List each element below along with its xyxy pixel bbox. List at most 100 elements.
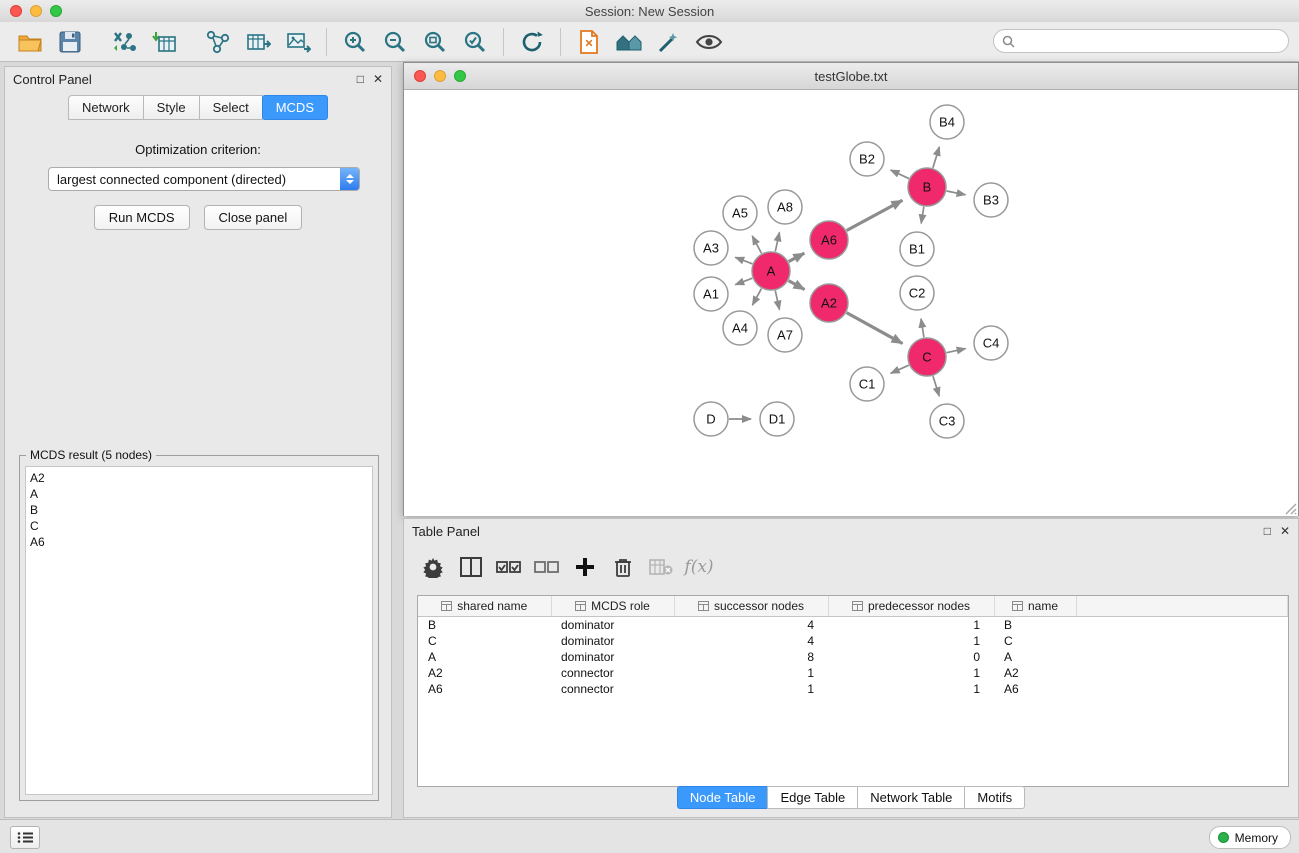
close-network-window-button[interactable]	[414, 70, 426, 82]
tab-network-table[interactable]: Network Table	[857, 786, 965, 809]
graph-node-A1[interactable]: A1	[694, 277, 728, 311]
save-session-button[interactable]	[53, 27, 87, 57]
graph-node-A8[interactable]: A8	[768, 190, 802, 224]
table-cell[interactable]: A6	[994, 681, 1076, 697]
float-table-panel-icon[interactable]: □	[1264, 525, 1271, 537]
graph-edge[interactable]	[921, 207, 924, 224]
graph-edge[interactable]	[752, 236, 761, 253]
graph-node-B4[interactable]: B4	[930, 105, 964, 139]
mcds-result-item[interactable]: A	[30, 486, 368, 502]
table-cell[interactable]: 1	[828, 633, 994, 649]
graph-edge[interactable]	[789, 281, 805, 290]
table-settings-button[interactable]	[417, 552, 449, 582]
graph-node-A4[interactable]: A4	[723, 311, 757, 345]
run-mcds-button[interactable]: Run MCDS	[94, 205, 190, 230]
table-cell[interactable]: C	[994, 633, 1076, 649]
home-layout-button[interactable]	[612, 27, 646, 57]
graph-edge[interactable]	[775, 291, 779, 310]
graph-edge[interactable]	[735, 257, 752, 264]
zoom-fit-button[interactable]	[418, 27, 452, 57]
function-builder-button[interactable]: f(x)	[683, 552, 715, 582]
table-cell[interactable]: dominator	[551, 633, 674, 649]
node-table[interactable]: shared name MCDS role successor nodes pr…	[417, 595, 1289, 787]
table-row[interactable]: Bdominator41B	[418, 617, 1288, 634]
table-cell[interactable]: dominator	[551, 617, 674, 634]
float-panel-icon[interactable]: □	[357, 73, 364, 85]
resize-handle-icon[interactable]	[1283, 501, 1297, 515]
zoom-window-button[interactable]	[50, 5, 62, 17]
refresh-view-button[interactable]	[515, 27, 549, 57]
import-table-button[interactable]	[147, 27, 181, 57]
show-columns-button[interactable]	[455, 552, 487, 582]
graph-node-D[interactable]: D	[694, 402, 728, 436]
table-cell[interactable]: 8	[674, 649, 828, 665]
export-table-button[interactable]	[241, 27, 275, 57]
open-report-button[interactable]	[572, 27, 606, 57]
minimize-network-window-button[interactable]	[434, 70, 446, 82]
table-cell[interactable]: C	[418, 633, 551, 649]
column-header-name[interactable]: name	[994, 596, 1076, 617]
table-cell[interactable]: 1	[828, 681, 994, 697]
toolbar-search[interactable]	[993, 29, 1289, 53]
graph-edge[interactable]	[752, 289, 761, 306]
table-cell[interactable]: A	[994, 649, 1076, 665]
column-header-mcds-role[interactable]: MCDS role	[551, 596, 674, 617]
graph-node-C1[interactable]: C1	[850, 367, 884, 401]
table-cell[interactable]: 1	[674, 665, 828, 681]
table-row[interactable]: A2connector11A2	[418, 665, 1288, 681]
table-cell[interactable]: 1	[828, 617, 994, 634]
table-cell[interactable]: A2	[994, 665, 1076, 681]
close-window-button[interactable]	[10, 5, 22, 17]
zoom-out-button[interactable]	[378, 27, 412, 57]
graph-node-C2[interactable]: C2	[900, 276, 934, 310]
close-table-panel-icon[interactable]: ✕	[1280, 525, 1290, 537]
mcds-result-list[interactable]: A2ABCA6	[25, 466, 373, 795]
graph-node-B1[interactable]: B1	[900, 232, 934, 266]
zoom-selected-button[interactable]	[458, 27, 492, 57]
mcds-result-item[interactable]: A2	[30, 470, 368, 486]
tab-edge-table[interactable]: Edge Table	[767, 786, 858, 809]
deselect-all-columns-button[interactable]	[531, 552, 563, 582]
network-graph[interactable]: B4B2BB3A5A8A6B1A3AC2A1A2A4A7C4CC1C3DD1	[404, 90, 1298, 516]
tab-motifs[interactable]: Motifs	[964, 786, 1025, 809]
memory-button[interactable]: Memory	[1209, 826, 1291, 849]
column-header-shared-name[interactable]: shared name	[418, 596, 551, 617]
graph-node-A7[interactable]: A7	[768, 318, 802, 352]
mcds-result-item[interactable]: C	[30, 518, 368, 534]
tab-style[interactable]: Style	[143, 95, 200, 120]
graph-edge[interactable]	[775, 232, 779, 251]
graph-edge[interactable]	[921, 319, 924, 338]
tab-select[interactable]: Select	[199, 95, 263, 120]
network-canvas[interactable]: B4B2BB3A5A8A6B1A3AC2A1A2A4A7C4CC1C3DD1	[404, 90, 1298, 516]
graph-node-A3[interactable]: A3	[694, 231, 728, 265]
graph-node-A2[interactable]: A2	[810, 284, 848, 322]
graph-node-A[interactable]: A	[752, 252, 790, 290]
table-cell[interactable]: 4	[674, 617, 828, 634]
graph-node-D1[interactable]: D1	[760, 402, 794, 436]
graph-edge[interactable]	[847, 313, 903, 344]
graph-edge[interactable]	[735, 278, 752, 285]
graph-node-B2[interactable]: B2	[850, 142, 884, 176]
style-wand-button[interactable]	[652, 27, 686, 57]
zoom-in-button[interactable]	[338, 27, 372, 57]
graph-edge[interactable]	[933, 147, 939, 168]
table-cell[interactable]: B	[418, 617, 551, 634]
search-input[interactable]	[1020, 33, 1280, 49]
minimize-window-button[interactable]	[30, 5, 42, 17]
table-row[interactable]: Cdominator41C	[418, 633, 1288, 649]
graph-edge[interactable]	[789, 253, 805, 261]
graph-node-C3[interactable]: C3	[930, 404, 964, 438]
close-panel-button[interactable]: Close panel	[204, 205, 303, 230]
show-panel-toggle-button[interactable]	[10, 826, 40, 849]
table-cell[interactable]: dominator	[551, 649, 674, 665]
close-panel-icon[interactable]: ✕	[373, 73, 383, 85]
export-image-button[interactable]	[281, 27, 315, 57]
table-cell[interactable]: A	[418, 649, 551, 665]
create-column-button[interactable]	[569, 552, 601, 582]
zoom-network-window-button[interactable]	[454, 70, 466, 82]
table-cell[interactable]: connector	[551, 665, 674, 681]
delete-table-button[interactable]	[645, 552, 677, 582]
tab-node-table[interactable]: Node Table	[677, 786, 769, 809]
column-header-successor-nodes[interactable]: successor nodes	[674, 596, 828, 617]
graph-edge[interactable]	[947, 191, 966, 195]
